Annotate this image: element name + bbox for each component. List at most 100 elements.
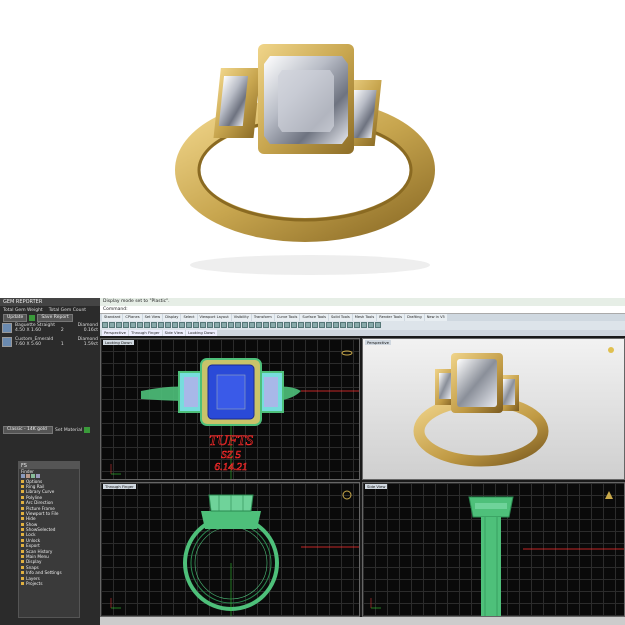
menu-bullet-icon — [21, 533, 24, 537]
toolbar-tool-icon[interactable] — [354, 322, 360, 328]
rhino-cad-window: GEM REPORTER Total Gem Weight Total Gem … — [0, 298, 625, 625]
viewport-label[interactable]: Through Finger — [103, 484, 136, 489]
update-button[interactable]: Update — [3, 314, 28, 322]
toolbar-tool-icon[interactable] — [312, 322, 318, 328]
viewport-side-view[interactable]: Side View — [362, 482, 625, 617]
menu-bullet-icon — [21, 565, 24, 569]
toolbar-tool-icon[interactable] — [319, 322, 325, 328]
toolbar-tool-icon[interactable] — [200, 322, 206, 328]
toolbar-tool-icon[interactable] — [249, 322, 255, 328]
toolbar-tab[interactable]: Drafting — [405, 314, 424, 321]
toolbar-tool-icon[interactable] — [291, 322, 297, 328]
menu-bullet-icon — [21, 479, 24, 483]
gem-count: 1 — [60, 342, 64, 347]
toolbar-tool-icon[interactable] — [347, 322, 353, 328]
light-icon[interactable] — [608, 347, 614, 353]
total-weight-row: Total Gem Weight Total Gem Count — [0, 306, 100, 314]
toolbar-tool-icon[interactable] — [179, 322, 185, 328]
toolbar-tab[interactable]: Mesh Tools — [352, 314, 377, 321]
gem-count: 2 — [60, 328, 64, 333]
toolbar-tool-icon[interactable] — [277, 322, 283, 328]
toolbar-tool-icon[interactable] — [123, 322, 129, 328]
gem-reporter-title: GEM REPORTER — [0, 298, 100, 306]
toolbar-tab[interactable]: CPlanes — [123, 314, 142, 321]
toolbar-tool-icon[interactable] — [284, 322, 290, 328]
toolbar-tab[interactable]: Solid Tools — [329, 314, 352, 321]
toolbar-tool-icon[interactable] — [186, 322, 192, 328]
viewport-perspective[interactable]: Perspective — [362, 338, 625, 480]
toolbar-tab[interactable]: New in V5 — [424, 314, 447, 321]
menu-bullet-icon — [21, 571, 24, 575]
toolbar-tool-icon[interactable] — [305, 322, 311, 328]
toolbar-tool-icon[interactable] — [151, 322, 157, 328]
viewport-tab[interactable]: Through Finger — [129, 330, 162, 336]
toolbar-tool-icon[interactable] — [102, 322, 108, 328]
gem-row[interactable]: Custom_Emerald Diamond 7.60 X 5.60 1 1.59ct — [0, 336, 100, 350]
menu-bullet-icon — [21, 555, 24, 559]
toolbar-tab[interactable]: Surface Tools — [300, 314, 329, 321]
menu-bullet-icon — [21, 506, 24, 510]
toolbar-tool-icon[interactable] — [158, 322, 164, 328]
viewport-tab[interactable]: Perspective — [102, 330, 128, 336]
toolbar-tool-icon[interactable] — [256, 322, 262, 328]
toolbar-tool-icon[interactable] — [165, 322, 171, 328]
save-report-button[interactable]: Save Report — [37, 314, 73, 322]
viewport-label[interactable]: Perspective — [365, 340, 391, 345]
toolbar-tool-icon[interactable] — [221, 322, 227, 328]
toolbar-tab[interactable]: Viewport Layout — [197, 314, 231, 321]
gem-row[interactable]: Baguette Straight Diamond 4.50 X 1.60 2 0.1… — [0, 322, 100, 336]
toolbar-tool-icon[interactable] — [333, 322, 339, 328]
viewport-looking-down[interactable]: TUFTS SZ 5 6.14.21 Looking Down — [100, 338, 360, 480]
toolbar-tab[interactable]: Set View — [142, 314, 163, 321]
menu-bullet-icon — [21, 490, 24, 494]
toolbar-tool-icon[interactable] — [235, 322, 241, 328]
viewport-label[interactable]: Looking Down — [103, 340, 134, 345]
gem-size: 7.60 X 5.60 — [15, 342, 41, 347]
toolbar-tool-icon[interactable] — [172, 322, 178, 328]
toolbar-tab[interactable]: Standard — [102, 314, 123, 321]
perspective-ring-render — [413, 347, 614, 467]
toolbar-tool-icon[interactable] — [137, 322, 143, 328]
toolbar-tab[interactable]: Curve Tools — [274, 314, 300, 321]
toolbar-tool-icon[interactable] — [375, 322, 381, 328]
fs-menu-item[interactable]: Projects — [19, 581, 79, 586]
toolbar-tool-icon[interactable] — [263, 322, 269, 328]
command-prompt[interactable]: Command: — [100, 306, 625, 314]
toolbar-tool-icon[interactable] — [130, 322, 136, 328]
set-material-button[interactable] — [84, 427, 91, 433]
metal-select[interactable]: Classic - 14K gold — [3, 426, 53, 434]
viewport-label[interactable]: Side View — [365, 484, 388, 489]
menu-bullet-icon — [21, 582, 24, 585]
toolbar-tool-icon[interactable] — [109, 322, 115, 328]
toolbar-tool-icon[interactable] — [368, 322, 374, 328]
toolbar-icons — [100, 321, 625, 330]
toolbar-tool-icon[interactable] — [228, 322, 234, 328]
viewport-tab[interactable]: Side View — [162, 330, 186, 336]
gem-size: 4.50 X 1.60 — [15, 328, 41, 333]
toolbar-tool-icon[interactable] — [340, 322, 346, 328]
toolbar-tool-icon[interactable] — [326, 322, 332, 328]
menu-bullet-icon — [21, 528, 24, 532]
toolbar-tab[interactable]: Visibility — [231, 314, 251, 321]
emerald-gem-icon — [2, 337, 12, 347]
viewport-tab[interactable]: Looking Down — [186, 330, 217, 336]
toolbar-tool-icon[interactable] — [144, 322, 150, 328]
toolbar-tool-icon[interactable] — [361, 322, 367, 328]
toolbar-tool-icon[interactable] — [193, 322, 199, 328]
toolbar-tab[interactable]: Display — [163, 314, 181, 321]
toolbar-tab[interactable]: Select — [181, 314, 197, 321]
toolbar-tool-icon[interactable] — [298, 322, 304, 328]
viewport-tabs: Perspective Through Finger Side View Lookin… — [100, 330, 625, 336]
viewport-through-finger[interactable]: Through Finger — [100, 482, 360, 617]
fs-tool-icon[interactable] — [21, 474, 25, 479]
toolbar-tab[interactable]: Render Tools — [377, 314, 405, 321]
toolbar-tool-icon[interactable] — [116, 322, 122, 328]
toolbar-tool-icon[interactable] — [214, 322, 220, 328]
toolbar-tool-icon[interactable] — [207, 322, 213, 328]
toolbar-tool-icon[interactable] — [242, 322, 248, 328]
toolbar-tool-icon[interactable] — [270, 322, 276, 328]
toolbar-tab[interactable]: Transform — [251, 314, 274, 321]
menu-bullet-icon — [21, 501, 24, 505]
fs-toolbox: FS Finder Options Ring Rail Library Curve P… — [18, 461, 80, 618]
fs-item-list: Options Ring Rail Library Curve Polyline Arc… — [19, 478, 79, 586]
